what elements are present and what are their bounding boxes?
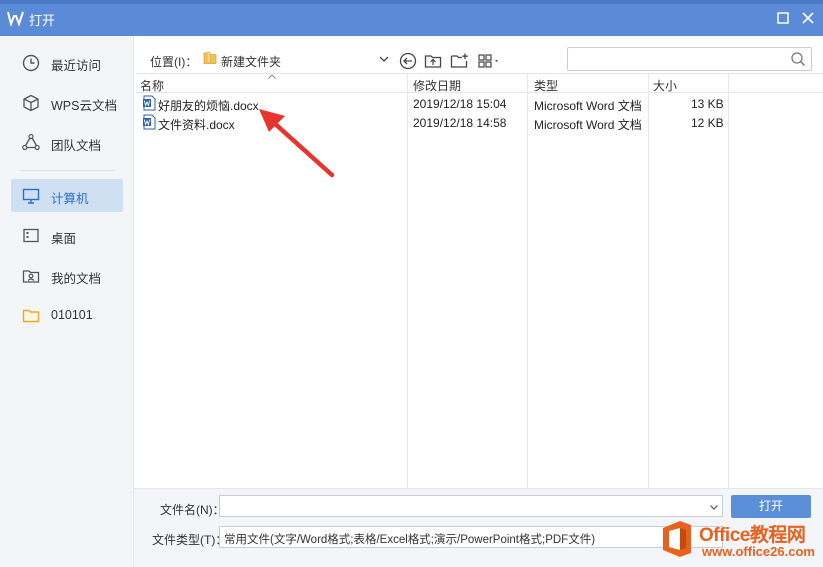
word-document-icon	[143, 114, 156, 130]
sidebar-item-desktop[interactable]: 桌面	[11, 219, 123, 252]
column-divider	[527, 73, 528, 488]
column-divider	[648, 73, 649, 488]
back-icon[interactable]	[398, 51, 418, 71]
location-value: 新建文件夹	[221, 55, 282, 69]
filetype-value: 常用文件(文字/Word格式;表格/Excel格式;演示/PowerPoint格…	[224, 534, 596, 546]
annotation-arrow-icon	[259, 109, 335, 178]
file-type: Microsoft Word 文档	[534, 118, 642, 132]
search-input[interactable]	[567, 47, 812, 71]
filetype-label: 文件类型(T)：	[152, 533, 228, 547]
new-folder-icon[interactable]	[449, 51, 469, 71]
folder-icon	[203, 51, 217, 64]
column-divider	[728, 73, 729, 488]
close-icon[interactable]	[799, 9, 817, 27]
file-size: 13 KB	[691, 97, 724, 111]
location-label: 位置(I)：	[150, 55, 198, 69]
view-options-icon[interactable]	[476, 51, 502, 71]
file-row[interactable]: 文件资料.docx 2019/12/18 14:58 Microsoft Wor…	[136, 113, 823, 132]
my-documents-icon	[22, 270, 40, 283]
window-title: 打开	[29, 13, 56, 28]
file-name: 好朋友的烦恼.docx	[158, 99, 259, 113]
clock-icon	[22, 54, 40, 72]
title-bar: 打开	[0, 0, 823, 36]
open-button[interactable]: 打开	[731, 495, 811, 518]
chevron-down-icon	[379, 56, 389, 62]
chevron-down-icon[interactable]	[708, 501, 720, 513]
sidebar-item-label: 团队文档	[51, 139, 102, 153]
sidebar-item-label: WPS云文档	[51, 99, 117, 113]
maximize-icon[interactable]	[774, 9, 792, 27]
file-row[interactable]: 好朋友的烦恼.docx 2019/12/18 15:04 Microsoft W…	[136, 94, 823, 113]
folder-icon	[22, 309, 40, 323]
watermark-brand: Office教程网	[699, 525, 806, 546]
column-header-name[interactable]: 名称	[140, 77, 164, 94]
column-divider	[407, 73, 408, 488]
title-bar-strip	[0, 0, 823, 4]
column-header-type[interactable]: 类型	[534, 77, 558, 94]
cube-icon	[23, 94, 39, 112]
sidebar-item-my-documents[interactable]: 我的文档	[11, 259, 123, 292]
sidebar-item-team-docs[interactable]: 团队文档	[11, 126, 123, 159]
sidebar-item-label: 桌面	[51, 232, 77, 246]
file-size: 12 KB	[691, 116, 724, 130]
sort-ascending-icon	[268, 74, 276, 79]
sidebar-item-recent[interactable]: 最近访问	[11, 46, 123, 79]
sidebar-item-wps-cloud[interactable]: WPS云文档	[11, 86, 123, 119]
file-modified: 2019/12/18 15:04	[413, 97, 507, 111]
sidebar-divider	[20, 170, 114, 171]
watermark: Office教程网 www.office26.com	[657, 517, 823, 567]
file-modified: 2019/12/18 14:58	[413, 116, 507, 130]
sidebar-item-label: 计算机	[51, 192, 89, 206]
sidebar: 最近访问 WPS云文档 团队文档 计算机 桌面 我的文档 010101	[0, 36, 134, 567]
column-header-modified[interactable]: 修改日期	[413, 77, 461, 94]
sidebar-item-label: 010101	[51, 308, 93, 322]
sidebar-item-label: 我的文档	[51, 272, 102, 286]
filename-label: 文件名(N)：	[160, 503, 225, 517]
file-name: 文件资料.docx	[158, 118, 235, 132]
computer-icon	[22, 188, 40, 204]
desktop-icon	[23, 228, 39, 243]
location-dropdown[interactable]: 新建文件夹	[200, 48, 394, 70]
filename-input[interactable]	[219, 495, 723, 517]
file-list-header: 名称 修改日期 类型 大小	[136, 73, 823, 93]
column-header-size[interactable]: 大小	[653, 77, 677, 94]
sidebar-item-label: 最近访问	[51, 59, 102, 73]
up-folder-icon[interactable]	[423, 51, 443, 71]
team-icon	[22, 133, 40, 151]
office-logo-icon	[663, 521, 691, 557]
filetype-select[interactable]: 常用文件(文字/Word格式;表格/Excel格式;演示/PowerPoint格…	[219, 526, 723, 548]
wps-logo-icon	[7, 11, 24, 26]
word-document-icon	[143, 95, 156, 111]
watermark-url: www.office26.com	[702, 544, 815, 559]
sidebar-item-computer[interactable]: 计算机	[11, 179, 123, 212]
search-icon	[791, 52, 805, 66]
sidebar-item-folder-010101[interactable]: 010101	[11, 299, 123, 332]
file-type: Microsoft Word 文档	[534, 99, 642, 113]
